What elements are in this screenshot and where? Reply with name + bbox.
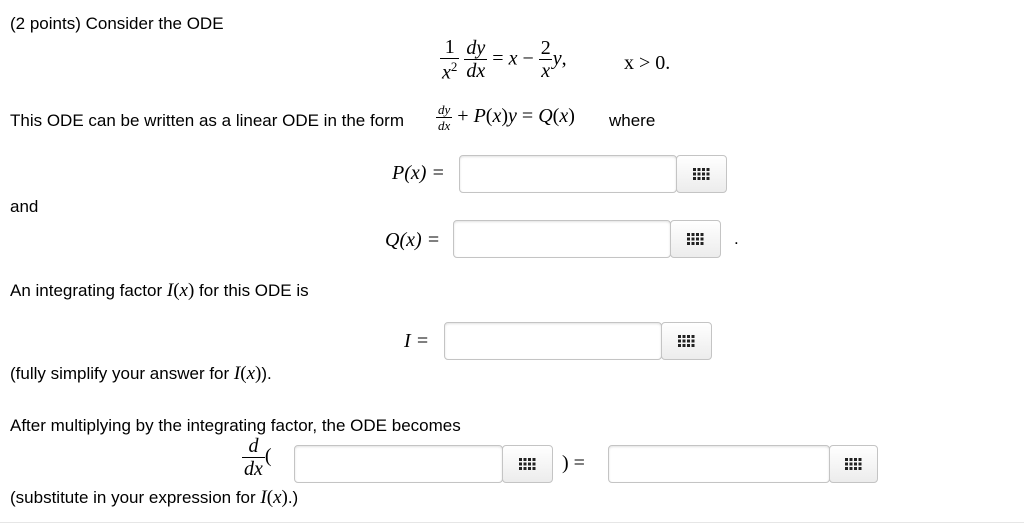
ode-condition: x > 0. — [624, 52, 671, 74]
and-label: and — [10, 197, 39, 216]
after-multiplying-text: After multiplying by the integrating fac… — [10, 416, 461, 435]
derivative-operator: d dx( — [242, 435, 272, 480]
q-label: Q(x) = — [385, 229, 441, 251]
simplify-suffix: ). — [261, 364, 272, 383]
simplify-note: (fully simplify your answer for I(x)). — [10, 364, 272, 384]
integrating-factor-sentence: An integrating factor I(x) for this ODE … — [10, 281, 309, 301]
grid-icon — [687, 233, 704, 245]
rhs-equation-editor-button[interactable] — [829, 445, 878, 483]
problem-intro: (2 points) Consider the ODE — [10, 14, 224, 33]
linear-form-equation: dy dx + P(x)y = Q(x) — [436, 102, 575, 133]
i-of-x-symbol-3: I(x) — [260, 487, 288, 508]
grid-icon — [678, 335, 695, 347]
p-label: P(x) = — [392, 162, 445, 184]
grid-icon — [693, 168, 710, 180]
integrating-factor-text: An integrating factor — [10, 281, 163, 300]
i-label: I = — [404, 330, 430, 352]
substitute-note: (substitute in your expression for I(x).… — [10, 488, 298, 508]
q-answer-input[interactable] — [453, 220, 671, 258]
ode-equation: 1 x2 dy dx = x − 2 x y, — [440, 36, 567, 84]
substitute-suffix: .) — [287, 488, 299, 507]
q-trailing-period: . — [734, 229, 739, 248]
q-equation-editor-button[interactable] — [670, 220, 721, 258]
grid-icon — [519, 458, 536, 470]
simplify-prefix: (fully simplify your answer for — [10, 364, 230, 383]
substitute-prefix: (substitute in your expression for — [10, 488, 256, 507]
linear-form-prefix: This ODE can be written as a linear ODE … — [10, 111, 404, 130]
close-paren-equals: ) = — [562, 452, 585, 474]
p-answer-input[interactable] — [459, 155, 677, 193]
integrating-factor-suffix: for this ODE is — [199, 281, 309, 300]
i-answer-input[interactable] — [444, 322, 662, 360]
lhs-equation-editor-button[interactable] — [502, 445, 553, 483]
i-equation-editor-button[interactable] — [661, 322, 712, 360]
lhs-answer-input[interactable] — [294, 445, 503, 483]
i-of-x-symbol-2: I(x) — [233, 363, 262, 384]
linear-form-suffix: where — [609, 111, 656, 130]
i-of-x-arg: (x) — [173, 280, 195, 301]
rhs-answer-input[interactable] — [608, 445, 830, 483]
p-equation-editor-button[interactable] — [676, 155, 727, 193]
bottom-divider — [0, 522, 1024, 523]
grid-icon — [845, 458, 862, 470]
